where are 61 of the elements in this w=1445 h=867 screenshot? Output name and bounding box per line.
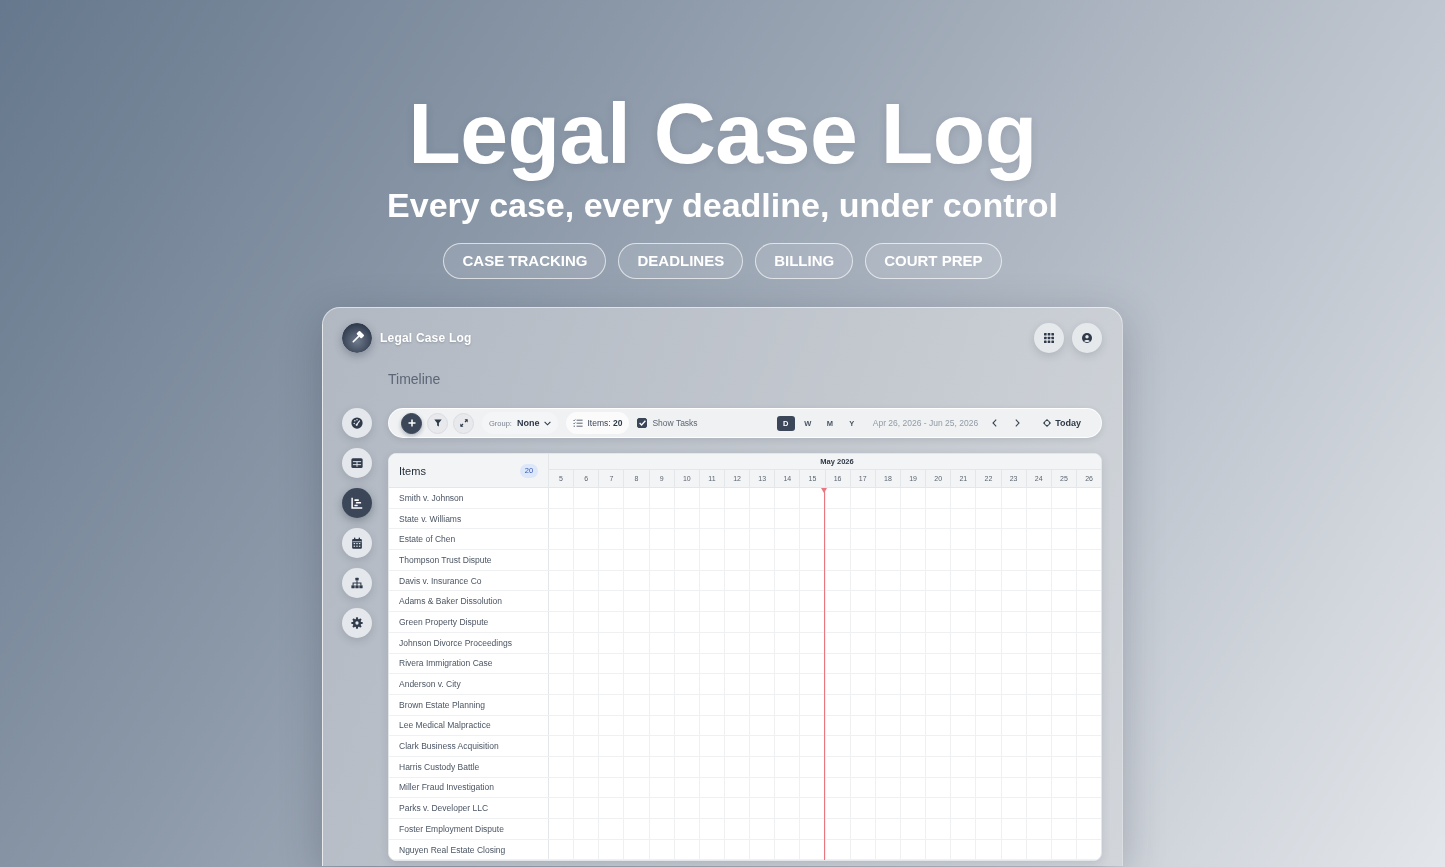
case-name: Smith v. Johnson <box>399 492 464 503</box>
case-name: Nguyen Real Estate Closing <box>399 844 506 855</box>
apps-button[interactable] <box>1034 323 1064 353</box>
today-button[interactable]: Today <box>1035 414 1089 432</box>
expand-button[interactable] <box>453 412 474 434</box>
sidebar-item[interactable] <box>342 488 372 518</box>
grid-icon <box>1044 333 1054 343</box>
filter-icon <box>433 419 442 427</box>
chevron-left-icon <box>991 419 997 427</box>
case-name: Clark Business Acquisition <box>399 741 499 752</box>
sidebar-item[interactable] <box>342 608 372 638</box>
page-title: Timeline <box>388 371 441 387</box>
gear-icon <box>351 617 363 629</box>
items-heading: Items <box>399 464 426 477</box>
feature-tag: BILLING <box>755 243 854 279</box>
case-name: Harris Custody Battle <box>399 761 480 772</box>
case-name: Thompson Trust Dispute <box>399 554 492 565</box>
case-name: Parks v. Developer LLC <box>399 803 489 814</box>
feature-tag: CASE TRACKING <box>443 243 607 279</box>
hero-title: Legal Case Log <box>408 84 1037 183</box>
sidebar-item[interactable] <box>342 408 372 438</box>
case-name: State v. Williams <box>399 513 462 524</box>
chart-icon <box>351 497 363 509</box>
plus-icon <box>407 419 416 427</box>
crosshair-icon <box>1043 419 1052 427</box>
account-button[interactable] <box>1072 323 1102 353</box>
items-count-text: Items: 20 <box>587 418 623 428</box>
chevron-down-icon <box>544 420 552 426</box>
case-name: Rivera Immigration Case <box>399 658 493 669</box>
date-range-text: Apr 26, 2026 - Jun 25, 2026 <box>872 418 979 428</box>
gavel-icon <box>342 323 372 353</box>
gauge-icon <box>351 417 363 429</box>
case-name: Lee Medical Malpractice <box>399 720 491 731</box>
case-name: Brown Estate Planning <box>399 699 485 710</box>
case-name: Green Property Dispute <box>399 616 489 627</box>
expand-icon <box>459 419 468 427</box>
hero-subtitle: Every case, every deadline, under control <box>387 185 1058 225</box>
case-name: Anderson v. City <box>399 679 461 690</box>
case-name: Johnson Divorce Proceedings <box>399 637 512 648</box>
chevron-right-icon <box>1014 419 1020 427</box>
sidebar-item[interactable] <box>342 448 372 478</box>
list-icon <box>573 419 584 427</box>
table-icon <box>351 457 363 469</box>
user-icon <box>1082 333 1092 343</box>
case-name: Adams & Baker Dissolution <box>399 596 502 607</box>
sidebar-item[interactable] <box>342 568 372 598</box>
hierarchy-icon <box>351 577 363 589</box>
sidebar-item[interactable] <box>342 528 372 558</box>
check-icon <box>638 420 646 426</box>
show-tasks-label: Show Tasks <box>652 418 698 428</box>
add-button[interactable] <box>401 412 422 434</box>
case-name: Estate of Chen <box>399 534 456 545</box>
calendar-icon <box>351 537 363 549</box>
feature-tag: COURT PREP <box>865 243 1002 279</box>
filter-button[interactable] <box>427 412 448 434</box>
case-name: Miller Fraud Investigation <box>399 782 494 793</box>
app-title: Legal Case Log <box>380 331 472 345</box>
show-tasks-checkbox[interactable] <box>637 418 648 428</box>
feature-tag: DEADLINES <box>618 243 744 279</box>
case-name: Davis v. Insurance Co <box>399 575 482 586</box>
case-name: Foster Employment Dispute <box>399 823 504 834</box>
